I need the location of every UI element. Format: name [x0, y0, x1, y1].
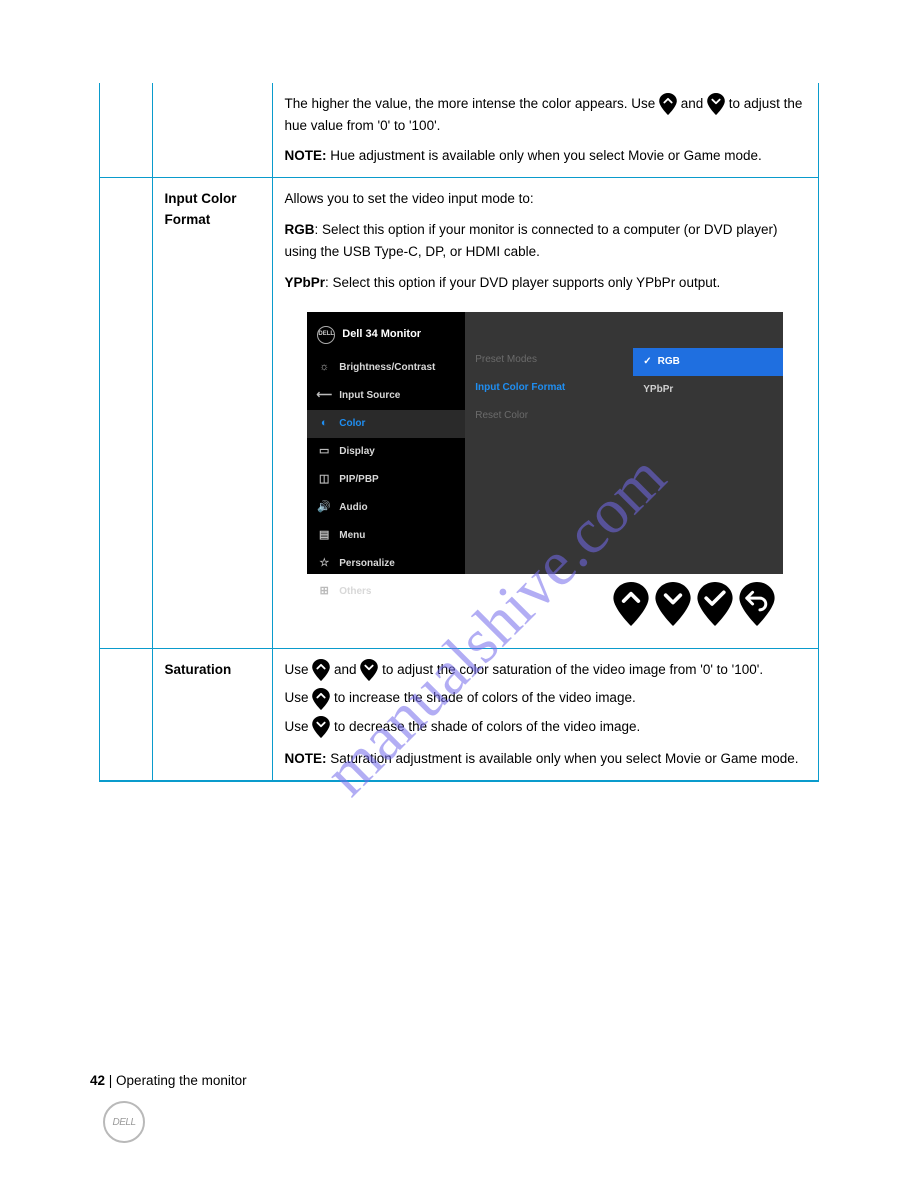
text: to increase the shade of colors of the v… [334, 690, 636, 705]
osd-sub-preset: Preset Modes [475, 352, 623, 368]
down-arrow-icon [360, 659, 378, 681]
text: to decrease the shade of colors of the v… [334, 719, 640, 734]
menu-icon: ▤ [317, 529, 331, 543]
osd-item-brightness: ☼ Brightness/Contrast [307, 354, 465, 382]
down-arrow-icon [655, 582, 691, 626]
text: to adjust the color saturation of the vi… [382, 662, 763, 677]
osd-item-label: Menu [339, 528, 365, 544]
osd-item-menu: ▤ Menu [307, 522, 465, 550]
back-icon [739, 582, 775, 626]
down-arrow-icon [312, 716, 330, 738]
osd-sidebar: DELL Dell 34 Monitor ☼ Brightness/Contras… [307, 312, 465, 574]
osd-item-input-source: ⟵ Input Source [307, 382, 465, 410]
osd-screenshot: DELL Dell 34 Monitor ☼ Brightness/Contras… [307, 312, 783, 574]
section-title: Operating the monitor [116, 1073, 247, 1088]
text: and [334, 662, 360, 677]
audio-icon: 🔊 [317, 501, 331, 515]
osd-item-label: Display [339, 444, 375, 460]
ypbpr-text: : Select this option if your DVD player … [325, 275, 720, 290]
osd-item-label: Brightness/Contrast [339, 360, 435, 376]
osd-item-pip: ◫ PIP/PBP [307, 466, 465, 494]
ypbpr-label: YPbPr [285, 275, 326, 290]
page-footer: 42 | Operating the monitor [90, 1073, 830, 1088]
hue-description-cell: The higher the value, the more intense t… [272, 83, 818, 177]
osd-sub-reset: Reset Color [475, 408, 623, 424]
saturation-description-cell: Use and to adjust the color saturation o… [272, 649, 818, 781]
note-label: NOTE: [285, 751, 327, 766]
osd-options: ✓ RGB YPbPr [633, 312, 783, 574]
row-label: Input Color Format [152, 177, 272, 648]
osd-submenu: Preset Modes Input Color Format Reset Co… [465, 312, 633, 574]
osd-option-ypbpr: YPbPr [633, 376, 783, 404]
check-icon [697, 582, 733, 626]
dell-logo-icon: DELL [317, 326, 335, 344]
osd-item-display: ▭ Display [307, 438, 465, 466]
table-row: Saturation Use and to adjust the color s… [100, 649, 818, 781]
row-label: Saturation [152, 649, 272, 781]
osd-item-label: Audio [339, 500, 367, 516]
display-icon: ▭ [317, 445, 331, 459]
text: Use [285, 719, 313, 734]
down-arrow-icon [707, 93, 725, 115]
osd-item-color: ◐ Color [307, 410, 465, 438]
osd-item-personalize: ☆ Personalize [307, 550, 465, 578]
up-arrow-icon [312, 659, 330, 681]
osd-item-audio: 🔊 Audio [307, 494, 465, 522]
osd-sub-input-color: Input Color Format [475, 380, 623, 396]
table-row: The higher the value, the more intense t… [100, 83, 818, 177]
input-icon: ⟵ [317, 389, 331, 403]
osd-item-label: Color [339, 416, 365, 432]
osd-option-label: RGB [658, 354, 680, 370]
note-text: Saturation adjustment is available only … [327, 751, 799, 766]
osd-title-row: DELL Dell 34 Monitor [307, 322, 465, 354]
page-number: 42 [90, 1073, 105, 1088]
rgb-text: : Select this option if your monitor is … [285, 222, 778, 259]
others-icon: ⊞ [317, 585, 331, 599]
rgb-label: RGB [285, 222, 315, 237]
osd-item-label: Personalize [339, 556, 395, 572]
osd-option-label: YPbPr [643, 382, 673, 398]
input-color-format-cell: Allows you to set the video input mode t… [272, 177, 818, 648]
osd-item-label: Others [339, 584, 371, 600]
text: The higher the value, the more intense t… [285, 96, 659, 111]
up-arrow-icon [613, 582, 649, 626]
dell-logo-icon: DELL [103, 1101, 145, 1143]
brightness-icon: ☼ [317, 361, 331, 375]
document-frame: The higher the value, the more intense t… [99, 83, 819, 782]
up-arrow-icon [312, 688, 330, 710]
feature-table: The higher the value, the more intense t… [100, 83, 818, 781]
text: Use [285, 662, 313, 677]
osd-title: Dell 34 Monitor [342, 326, 421, 344]
osd-item-label: Input Source [339, 388, 400, 404]
text: Use [285, 690, 313, 705]
color-icon: ◐ [317, 417, 331, 431]
osd-option-rgb: ✓ RGB [633, 348, 783, 376]
star-icon: ☆ [317, 557, 331, 571]
check-icon: ✓ [643, 354, 651, 370]
up-arrow-icon [659, 93, 677, 115]
text: Allows you to set the video input mode t… [285, 188, 807, 210]
osd-item-label: PIP/PBP [339, 472, 378, 488]
note-label: NOTE: [285, 148, 327, 163]
text: and [681, 96, 707, 111]
pip-icon: ◫ [317, 473, 331, 487]
table-row: Input Color Format Allows you to set the… [100, 177, 818, 648]
separator: | [105, 1073, 116, 1088]
note-text: Hue adjustment is available only when yo… [327, 148, 762, 163]
osd-item-others: ⊞ Others [307, 578, 465, 606]
